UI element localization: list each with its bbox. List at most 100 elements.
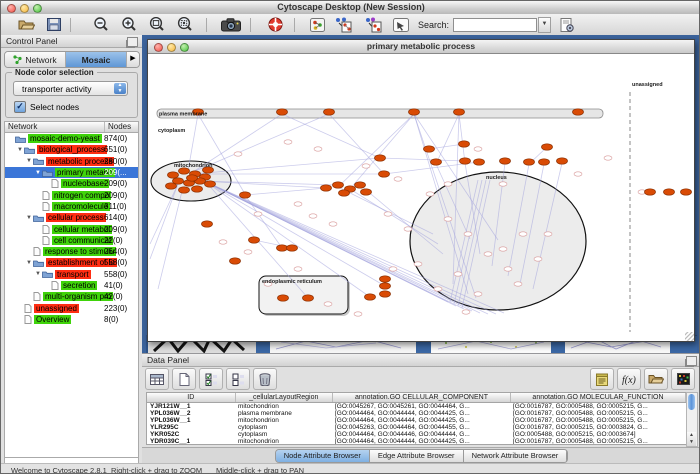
graph-node[interactable] (321, 185, 332, 191)
graph-node[interactable] (664, 189, 675, 195)
graph-node-unhighlighted[interactable] (294, 267, 302, 271)
graph-node[interactable] (459, 141, 470, 147)
graph-node[interactable] (365, 294, 376, 300)
graph-node[interactable] (277, 245, 288, 251)
search-input[interactable] (453, 18, 537, 32)
graph-node[interactable] (645, 189, 656, 195)
table-row[interactable]: YLR295Ccytoplasm[GO:0045263, GO:0044464,… (147, 424, 686, 431)
graph-node[interactable] (542, 144, 553, 150)
graph-node-unhighlighted[interactable] (314, 147, 322, 151)
graph-node-unhighlighted[interactable] (534, 257, 542, 261)
graph-node[interactable] (202, 221, 213, 227)
graph-node-unhighlighted[interactable] (474, 147, 482, 151)
graph-node-unhighlighted[interactable] (444, 182, 452, 186)
column-header[interactable]: ID (147, 393, 236, 402)
graph-node[interactable] (379, 171, 390, 177)
graph-node[interactable] (324, 109, 335, 115)
graph-node-unhighlighted[interactable] (434, 287, 442, 291)
unselect-attributes-icon[interactable] (226, 368, 250, 390)
graph-node-unhighlighted[interactable] (514, 282, 522, 286)
tab-network-attribute-browser[interactable]: Network Attribute Browser (464, 450, 568, 462)
tree-row[interactable]: ▼primary metabo209(... (5, 167, 138, 178)
graph-node[interactable] (205, 181, 216, 187)
graph-node[interactable] (230, 258, 241, 264)
graph-node[interactable] (375, 155, 386, 161)
zoom-fit-icon[interactable] (146, 16, 168, 34)
graph-node[interactable] (168, 172, 179, 178)
tree-row[interactable]: ▼establishment of lo558(0) (5, 257, 138, 268)
graph-node[interactable] (287, 245, 298, 251)
graph-node[interactable] (333, 182, 344, 188)
graph-node-unhighlighted[interactable] (426, 192, 434, 196)
graph-node[interactable] (380, 276, 391, 282)
graph-node[interactable] (380, 283, 391, 289)
graph-node-unhighlighted[interactable] (404, 227, 412, 231)
column-nodes[interactable]: Nodes (105, 122, 138, 132)
help-icon[interactable] (264, 16, 286, 34)
tree-row[interactable]: cell communicat22(0) (5, 235, 138, 246)
tree-row[interactable]: mosaic-demo-yeast874(0) (5, 133, 138, 144)
graph-node[interactable] (192, 186, 203, 192)
graph-node-unhighlighted[interactable] (484, 252, 492, 256)
window-resize-grip[interactable] (685, 332, 694, 341)
column-header[interactable]: _cellularLayoutRegion (236, 393, 333, 402)
graph-node[interactable] (361, 189, 372, 195)
graph-node[interactable] (431, 159, 442, 165)
layout-attribute-icon[interactable] (362, 16, 384, 34)
network-window-titlebar[interactable]: primary metabolic process (148, 40, 694, 54)
tab-mosaic[interactable]: Mosaic (66, 52, 127, 67)
zoom-selected-icon[interactable] (174, 16, 196, 34)
expand-arrow-icon[interactable]: ▼ (35, 271, 42, 277)
graph-node[interactable] (277, 109, 288, 115)
graph-node[interactable] (424, 146, 435, 152)
save-session-icon[interactable] (43, 16, 65, 34)
scrollbar-arrows[interactable]: ▲▼ (687, 432, 696, 446)
float-data-panel-icon[interactable] (686, 356, 697, 366)
notes-icon[interactable] (590, 368, 614, 390)
table-row[interactable]: YKR052Ccytoplasm[GO:0044464, GO:0044446,… (147, 431, 686, 438)
graph-node-unhighlighted[interactable] (384, 212, 392, 216)
tree-row[interactable]: nitrogen compo209(0) (5, 189, 138, 200)
open-session-icon[interactable] (15, 16, 37, 34)
graph-node-unhighlighted[interactable] (244, 250, 252, 254)
network-canvas[interactable]: plasma membranecytoplasmmitochondrionnuc… (148, 54, 692, 341)
graph-node-unhighlighted[interactable] (462, 310, 470, 314)
tree-row[interactable]: unassigned223(0) (5, 302, 138, 313)
tree-row[interactable]: multi-organism pro42(0) (5, 291, 138, 302)
tree-row[interactable]: ▼biological_process651(0) (5, 144, 138, 155)
zoom-out-icon[interactable] (90, 16, 112, 34)
function-builder-icon[interactable]: f(x) (617, 368, 641, 390)
graph-node-unhighlighted[interactable] (499, 247, 507, 251)
graph-node-unhighlighted[interactable] (329, 222, 337, 226)
table-row[interactable]: YJR121W__1mitochondrion[GO:0045267, GO:0… (147, 403, 686, 410)
tree-row[interactable]: ▼metabolic process280(0) (5, 156, 138, 167)
network-overview-icon[interactable] (306, 16, 328, 34)
tree-row[interactable]: nucleobase-209(0) (5, 178, 138, 189)
vizmapper-icon[interactable] (556, 16, 578, 34)
graph-node-unhighlighted[interactable] (389, 267, 397, 271)
tree-row[interactable]: ▼cellular process614(0) (5, 212, 138, 223)
graph-node[interactable] (278, 295, 289, 301)
snapshot-camera-icon[interactable] (220, 16, 242, 34)
expand-arrow-icon[interactable]: ▼ (26, 158, 33, 164)
graph-node-unhighlighted[interactable] (354, 312, 362, 316)
graph-node[interactable] (573, 109, 584, 115)
float-panel-icon[interactable] (127, 37, 138, 47)
graph-node-unhighlighted[interactable] (234, 152, 242, 156)
column-network[interactable]: Network (5, 122, 105, 132)
graph-node[interactable] (557, 158, 568, 164)
graph-node-unhighlighted[interactable] (309, 214, 317, 218)
data-table-scrollbar[interactable]: ▲▼ (686, 392, 698, 447)
graph-node-unhighlighted[interactable] (444, 217, 452, 221)
graph-node-unhighlighted[interactable] (499, 182, 507, 186)
tree-row[interactable]: response to stimulu264(0) (5, 246, 138, 257)
graph-node-unhighlighted[interactable] (284, 140, 292, 144)
graph-node-unhighlighted[interactable] (504, 267, 512, 271)
graph-node[interactable] (339, 190, 350, 196)
graph-node[interactable] (166, 183, 177, 189)
tab-overflow-arrow[interactable]: ▶ (127, 52, 139, 67)
graph-node-unhighlighted[interactable] (519, 232, 527, 236)
node-color-dropdown[interactable]: transporter activity ▲▼ (13, 81, 128, 96)
tree-row[interactable]: cellular metabol209(0) (5, 223, 138, 234)
zoom-in-icon[interactable] (118, 16, 140, 34)
